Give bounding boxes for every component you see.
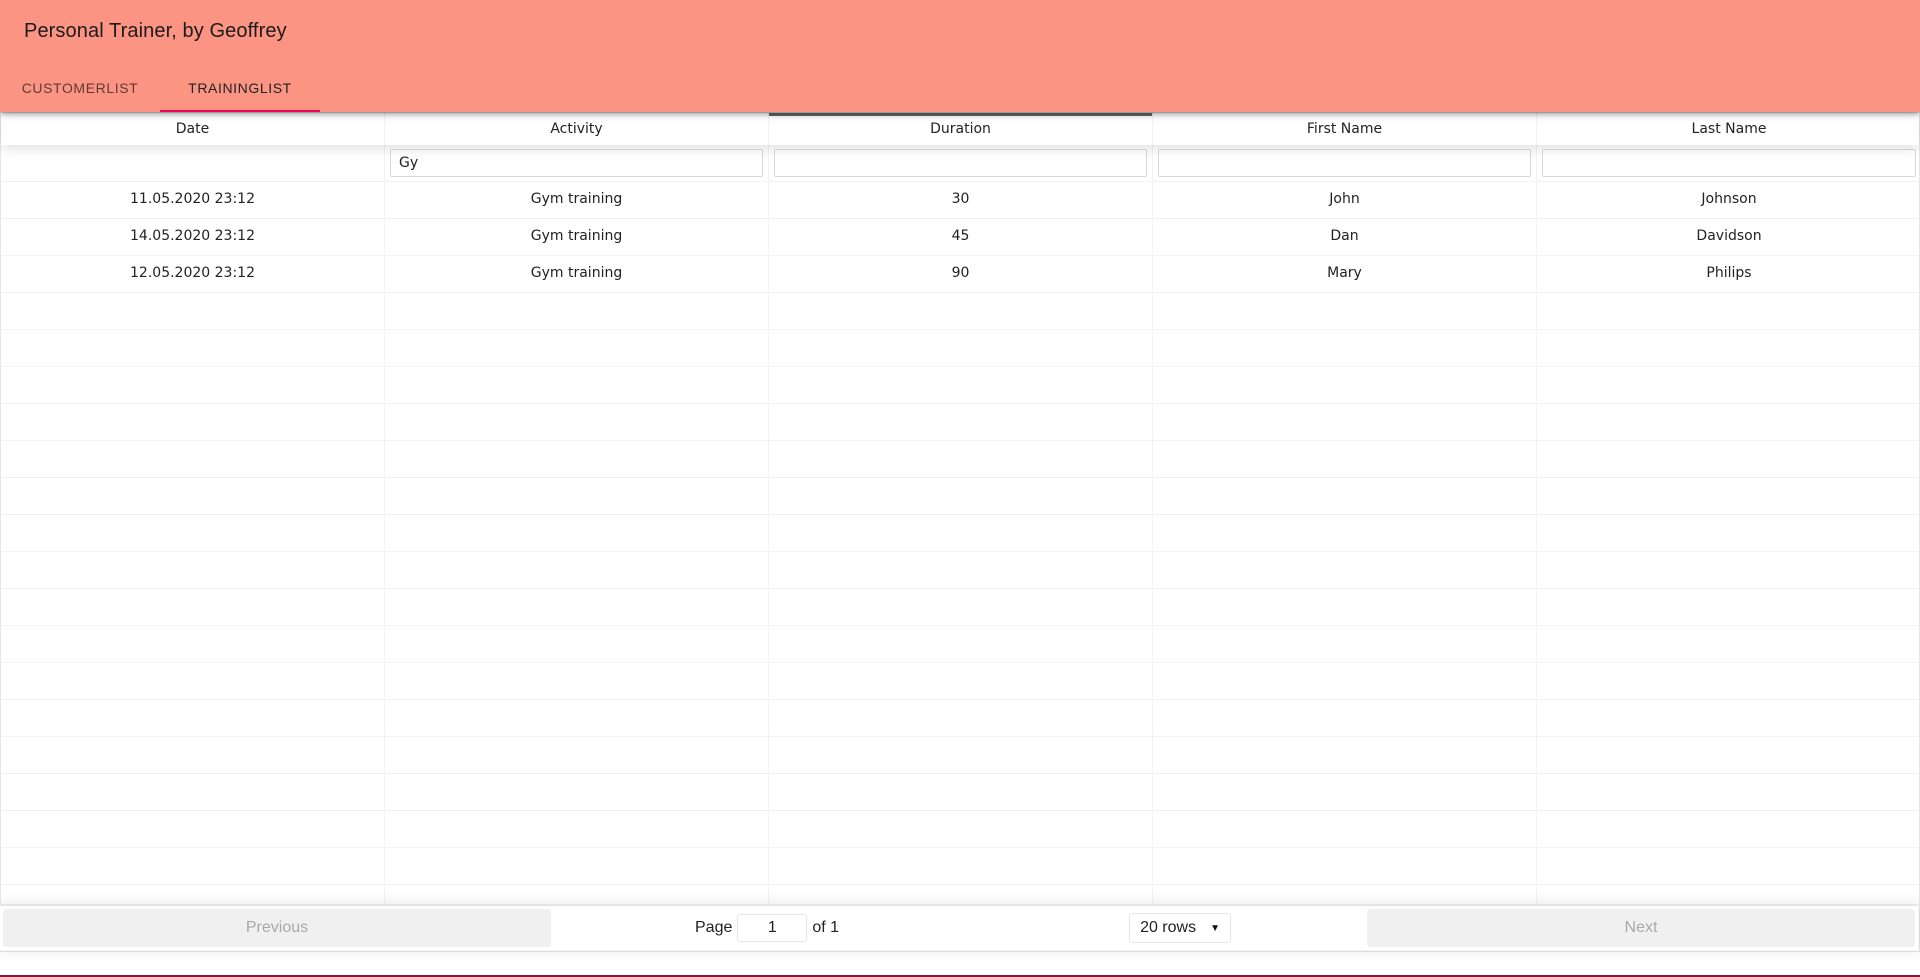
empty-row xyxy=(1,700,1919,737)
page-info: Page of 1 xyxy=(695,914,839,942)
column-header-date[interactable]: Date xyxy=(1,113,385,145)
empty-row xyxy=(1,589,1919,626)
cell-duration: 45 xyxy=(769,219,1153,254)
empty-row xyxy=(1,515,1919,552)
filter-cell-duration xyxy=(769,145,1153,181)
tab-customerlist[interactable]: CUSTOMERLIST xyxy=(0,64,160,112)
pagination-center: Page of 1 20 rows ▼ xyxy=(551,913,1367,943)
empty-row xyxy=(1,293,1919,330)
empty-row xyxy=(1,367,1919,404)
cell-activity: Gym training xyxy=(385,219,769,254)
page-label: Page xyxy=(695,919,733,936)
empty-row xyxy=(1,478,1919,515)
column-header-activity[interactable]: Activity xyxy=(385,113,769,145)
cell-date: 11.05.2020 23:12 xyxy=(1,182,385,217)
training-table: Date Activity Duration First Name Last N… xyxy=(0,112,1920,952)
cell-date: 14.05.2020 23:12 xyxy=(1,219,385,254)
table-header: Date Activity Duration First Name Last N… xyxy=(1,113,1919,145)
app-bar: Personal Trainer, by Geoffrey CUSTOMERLI… xyxy=(0,0,1920,112)
table-body: 11.05.2020 23:12 Gym training 30 John Jo… xyxy=(1,182,1919,922)
next-button[interactable]: Next xyxy=(1367,909,1915,947)
filter-input-last-name[interactable] xyxy=(1542,149,1916,177)
app-root: Personal Trainer, by Geoffrey CUSTOMERLI… xyxy=(0,0,1920,977)
filter-row xyxy=(1,145,1919,182)
empty-row xyxy=(1,441,1919,478)
cell-activity: Gym training xyxy=(385,256,769,291)
cell-last-name: Philips xyxy=(1706,265,1752,281)
cell-first-name: Mary xyxy=(1153,256,1537,291)
rows-per-page-value: 20 rows xyxy=(1140,919,1197,936)
tab-bar: CUSTOMERLIST TRAININGLIST xyxy=(0,64,320,112)
empty-row xyxy=(1,626,1919,663)
app-title: Personal Trainer, by Geoffrey xyxy=(24,20,287,42)
cell-activity: Gym training xyxy=(385,182,769,217)
cell-duration: 90 xyxy=(769,256,1153,291)
tab-traininglist[interactable]: TRAININGLIST xyxy=(160,64,320,112)
filter-cell-activity xyxy=(385,145,769,181)
cell-last-name: Davidson xyxy=(1696,228,1762,244)
cell-last-name: Johnson xyxy=(1701,191,1757,207)
tab-active-indicator xyxy=(160,110,320,112)
empty-row xyxy=(1,552,1919,589)
empty-row xyxy=(1,737,1919,774)
table-row[interactable]: 14.05.2020 23:12 Gym training 45 Dan Dav… xyxy=(1,219,1919,256)
chevron-down-icon: ▼ xyxy=(1210,922,1221,934)
table-row[interactable]: 11.05.2020 23:12 Gym training 30 John Jo… xyxy=(1,182,1919,219)
filter-cell-date xyxy=(1,145,385,181)
column-header-duration[interactable]: Duration xyxy=(769,113,1153,145)
empty-row xyxy=(1,663,1919,700)
filter-input-first-name[interactable] xyxy=(1158,149,1531,177)
cell-date: 12.05.2020 23:12 xyxy=(1,256,385,291)
page-total-label: of 1 xyxy=(812,919,840,936)
tab-traininglist-label: TRAININGLIST xyxy=(188,80,292,96)
table-row[interactable]: 12.05.2020 23:12 Gym training 90 Mary Ph… xyxy=(1,256,1919,293)
empty-row xyxy=(1,848,1919,885)
empty-row xyxy=(1,330,1919,367)
cell-duration: 30 xyxy=(769,182,1153,217)
column-header-last-name[interactable]: Last Name xyxy=(1537,113,1920,145)
page-number-input[interactable] xyxy=(737,914,808,942)
cell-first-name: Dan xyxy=(1153,219,1537,254)
empty-row xyxy=(1,811,1919,848)
column-header-first-name[interactable]: First Name xyxy=(1153,113,1537,145)
pagination-bar: Previous Page of 1 20 rows ▼ Next xyxy=(0,904,1918,950)
previous-button[interactable]: Previous xyxy=(3,909,551,947)
filter-cell-last-name xyxy=(1537,145,1920,181)
empty-row xyxy=(1,404,1919,441)
cell-first-name: John xyxy=(1153,182,1537,217)
filter-input-duration[interactable] xyxy=(774,149,1147,177)
empty-row xyxy=(1,774,1919,811)
rows-per-page-select[interactable]: 20 rows ▼ xyxy=(1129,913,1232,943)
filter-cell-first-name xyxy=(1153,145,1537,181)
filter-input-activity[interactable] xyxy=(390,149,763,177)
